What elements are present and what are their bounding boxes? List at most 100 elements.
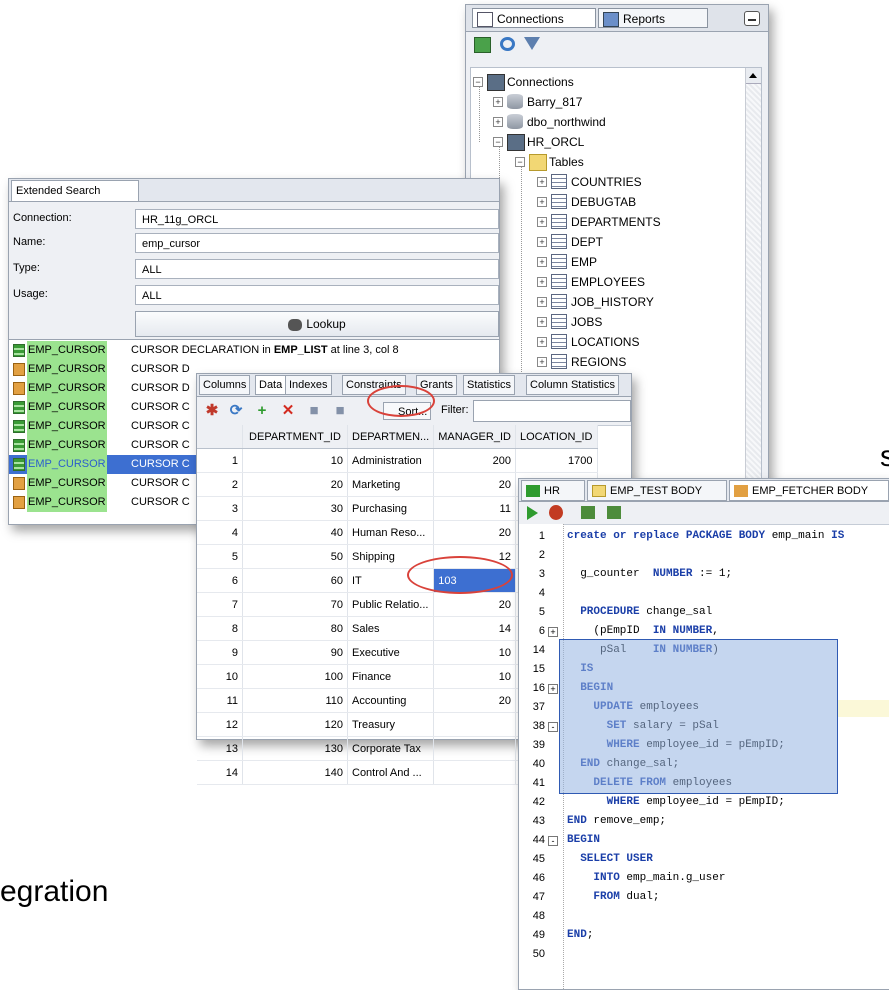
row-number: 9 xyxy=(197,640,243,665)
table-cell[interactable]: 100 xyxy=(242,664,348,689)
delete-row-icon[interactable]: ✕ xyxy=(279,402,297,420)
table-cell[interactable] xyxy=(433,712,516,737)
filter-icon[interactable] xyxy=(524,37,540,50)
table-cell[interactable]: Purchasing xyxy=(347,496,435,521)
filter-input[interactable] xyxy=(473,400,631,422)
tab-columns[interactable]: Columns xyxy=(199,375,251,395)
tab-connections[interactable]: Connections xyxy=(472,8,596,28)
code-line[interactable]: 45 SELECT USER xyxy=(519,850,889,869)
table-cell[interactable]: Treasury xyxy=(347,712,435,737)
table-cell[interactable]: 20 xyxy=(433,472,516,497)
refresh-icon[interactable]: ⟳ xyxy=(227,402,245,420)
tab-data[interactable]: Data xyxy=(255,375,287,395)
table-cell[interactable]: 10 xyxy=(433,664,516,689)
table-cell[interactable]: 140 xyxy=(242,760,348,785)
code-line[interactable]: 43 END remove_emp; xyxy=(519,812,889,831)
usage-field[interactable]: ALL xyxy=(135,285,499,305)
tab-reports[interactable]: Reports xyxy=(598,8,708,28)
collapse-fold-icon[interactable]: - xyxy=(548,836,558,846)
code-line[interactable]: 47 FROM dual; xyxy=(519,888,889,907)
code-line[interactable]: 46 INTO emp_main.g_user xyxy=(519,869,889,888)
rollback-icon[interactable]: ■ xyxy=(331,402,349,420)
table-cell[interactable]: 90 xyxy=(242,640,348,665)
column-header[interactable]: LOCATION_ID xyxy=(515,425,598,449)
table-cell[interactable]: 110 xyxy=(242,688,348,713)
table-cell[interactable]: Public Relatio... xyxy=(347,592,435,617)
table-cell[interactable]: 20 xyxy=(433,688,516,713)
new-connection-icon[interactable] xyxy=(474,37,491,53)
tab-hr[interactable]: HR xyxy=(521,480,585,501)
type-field[interactable]: ALL xyxy=(135,259,499,279)
table-cell[interactable]: 11 xyxy=(433,496,516,521)
table-cell[interactable]: Executive xyxy=(347,640,435,665)
table-cell[interactable]: Finance xyxy=(347,664,435,689)
code-line[interactable]: 49 END; xyxy=(519,926,889,945)
expand-fold-icon[interactable]: + xyxy=(548,627,558,637)
table-cell[interactable]: Administration xyxy=(347,448,435,473)
tab-emp-fetcher-body[interactable]: EMP_FETCHER BODY xyxy=(729,480,889,501)
table-cell[interactable]: Marketing xyxy=(347,472,435,497)
table-cell[interactable]: 30 xyxy=(242,496,348,521)
table-cell[interactable] xyxy=(433,736,516,761)
database-icon xyxy=(507,114,523,129)
connection-icon xyxy=(507,134,525,151)
code-line[interactable]: 1 create or replace PACKAGE BODY emp_main… xyxy=(519,527,889,546)
code-line[interactable]: 48 xyxy=(519,907,889,926)
table-cell[interactable]: 20 xyxy=(242,472,348,497)
table-cell[interactable]: 20 xyxy=(433,592,516,617)
tab-indexes[interactable]: Indexes xyxy=(285,375,332,395)
tree-scrollbar[interactable] xyxy=(745,68,761,478)
table-cell[interactable]: Accounting xyxy=(347,688,435,713)
code-line[interactable]: 44- BEGIN xyxy=(519,831,889,850)
table-row[interactable]: 1 10 Administration 200 1700 xyxy=(197,448,598,473)
table-cell[interactable]: 130 xyxy=(242,736,348,761)
pin-icon[interactable]: ✱ xyxy=(203,402,221,420)
table-cell[interactable]: 120 xyxy=(242,712,348,737)
column-header[interactable]: DEPARTMENT_ID xyxy=(242,425,348,449)
table-cell[interactable]: 70 xyxy=(242,592,348,617)
table-cell[interactable]: 40 xyxy=(242,520,348,545)
code-line[interactable]: 42 WHERE employee_id = pEmpID; xyxy=(519,793,889,812)
code-line[interactable]: 4 xyxy=(519,584,889,603)
code-line[interactable]: 3 g_counter NUMBER := 1; xyxy=(519,565,889,584)
table-cell[interactable]: 10 xyxy=(242,448,348,473)
column-header[interactable]: DEPARTMEN... xyxy=(347,425,435,449)
commit-icon[interactable]: ■ xyxy=(305,402,323,420)
compile-icon[interactable] xyxy=(581,506,595,519)
name-field[interactable]: emp_cursor xyxy=(135,233,499,253)
line-number: 2 xyxy=(538,549,545,561)
refresh-icon[interactable] xyxy=(500,37,515,51)
table-cell[interactable]: 200 xyxy=(433,448,516,473)
insert-row-icon[interactable]: + xyxy=(253,402,271,420)
table-cell[interactable]: Corporate Tax xyxy=(347,736,435,761)
table-cell[interactable]: 60 xyxy=(242,568,348,593)
lookup-button[interactable]: Lookup xyxy=(135,311,499,337)
column-header[interactable]: MANAGER_ID xyxy=(433,425,516,449)
minimize-button[interactable] xyxy=(744,11,760,26)
scroll-up-icon[interactable] xyxy=(746,68,761,84)
table-cell[interactable]: 10 xyxy=(433,640,516,665)
code-line[interactable]: 50 xyxy=(519,945,889,964)
tab-column-statistics[interactable]: Column Statistics xyxy=(526,375,619,395)
code-line[interactable]: 2 xyxy=(519,546,889,565)
tab-extended-search[interactable]: Extended Search xyxy=(11,180,139,201)
collapse-fold-icon[interactable]: - xyxy=(548,722,558,732)
connection-field[interactable]: HR_11g_ORCL xyxy=(135,209,499,229)
expand-fold-icon[interactable]: + xyxy=(548,684,558,694)
table-cell[interactable]: 20 xyxy=(433,520,516,545)
table-cell[interactable]: 14 xyxy=(433,616,516,641)
table-cell[interactable]: Control And ... xyxy=(347,760,435,785)
table-cell[interactable]: 80 xyxy=(242,616,348,641)
tab-emp-test-body[interactable]: EMP_TEST BODY xyxy=(587,480,727,501)
debug-icon[interactable] xyxy=(549,505,563,520)
code-line[interactable]: 5 PROCEDURE change_sal xyxy=(519,603,889,622)
table-cell[interactable] xyxy=(433,760,516,785)
run-icon[interactable] xyxy=(527,506,538,520)
tab-statistics[interactable]: Statistics xyxy=(463,375,516,395)
compile-debug-icon[interactable] xyxy=(607,506,621,519)
table-cell[interactable]: 1700 xyxy=(515,448,598,473)
table-cell[interactable]: 50 xyxy=(242,544,348,569)
result-row[interactable]: EMP_CURSOR CURSOR DECLARATION in EMP_LIS… xyxy=(9,341,499,360)
table-cell[interactable]: Human Reso... xyxy=(347,520,435,545)
table-cell[interactable]: Sales xyxy=(347,616,435,641)
